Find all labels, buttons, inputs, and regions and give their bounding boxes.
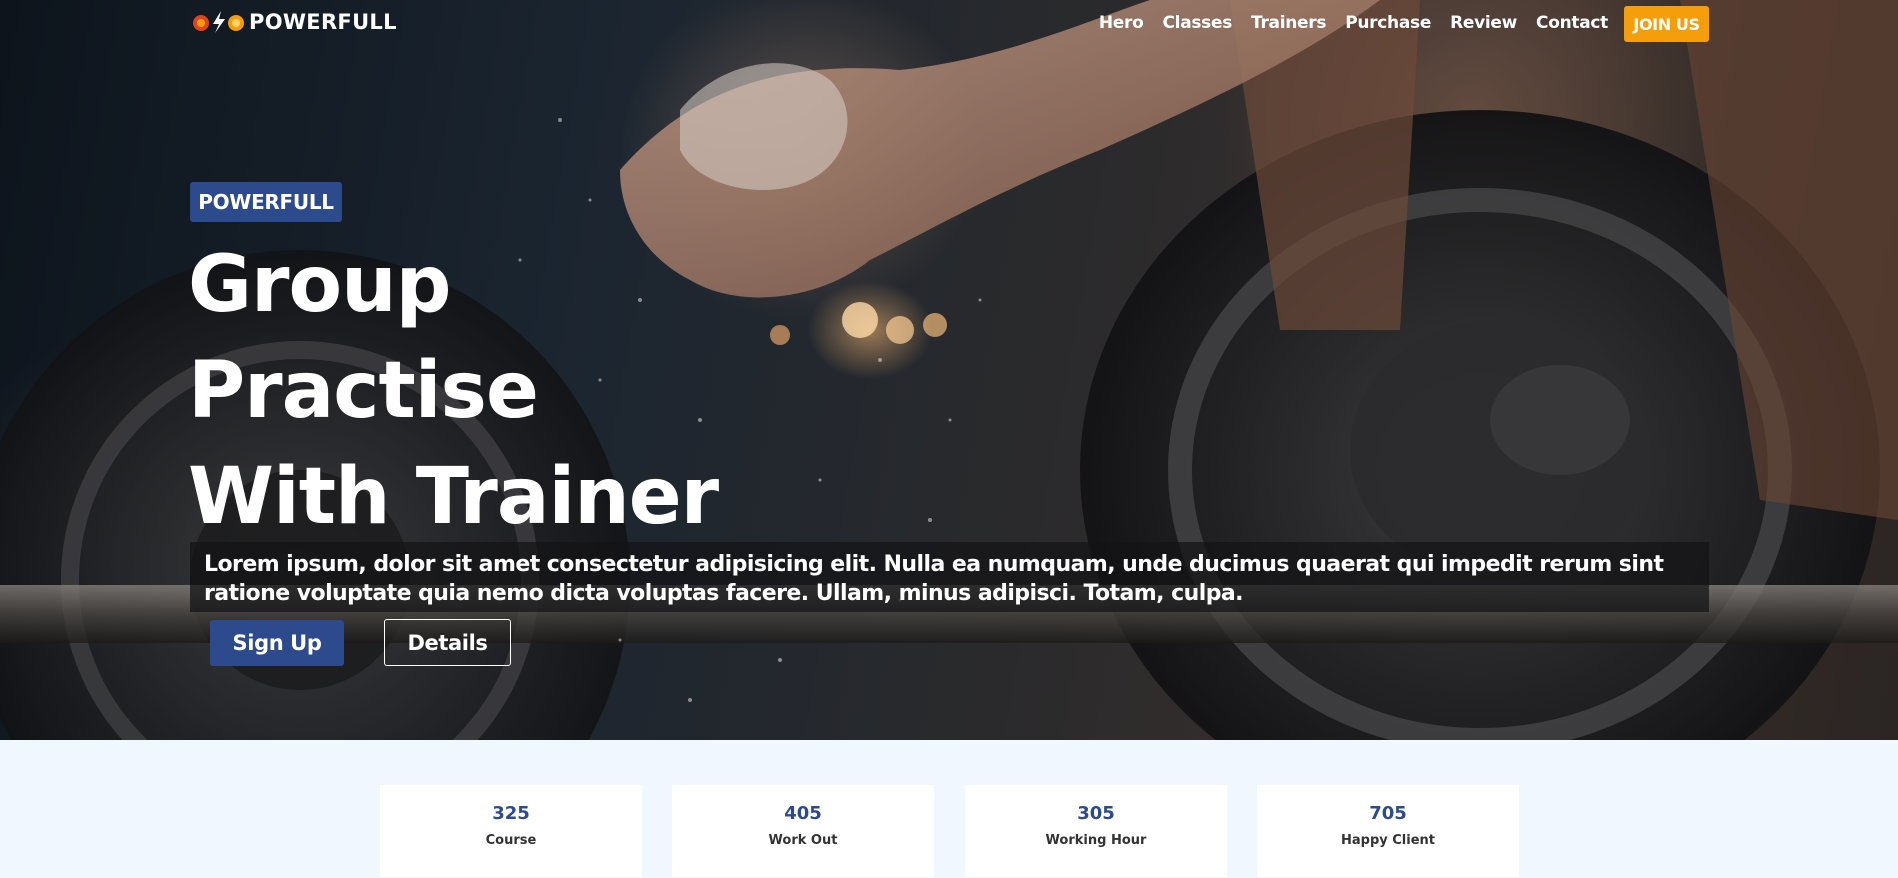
stat-card-course: 325 Course — [380, 785, 642, 877]
top-navbar: POWERFULL Hero Classes Trainers Purchase… — [0, 0, 1898, 48]
stat-value: 405 — [784, 803, 822, 824]
hero-headline: Group Practise With Trainer — [188, 232, 948, 550]
dumbbell-bolt-icon — [193, 11, 244, 33]
stat-label: Happy Client — [1340, 833, 1435, 848]
nav-link-hero[interactable]: Hero — [1099, 13, 1144, 33]
stat-value: 325 — [492, 803, 530, 824]
nav-link-review[interactable]: Review — [1450, 13, 1517, 33]
sign-up-button[interactable]: Sign Up — [210, 620, 344, 666]
headline-line-3: With Trainer — [188, 452, 719, 542]
stat-value: 705 — [1369, 803, 1407, 824]
hero-lead-box: Lorem ipsum, dolor sit amet consectetur … — [190, 542, 1709, 612]
headline-line-1: Group — [188, 240, 451, 330]
stat-value: 305 — [1077, 803, 1115, 824]
nav-link-contact[interactable]: Contact — [1536, 13, 1608, 33]
stat-label: Course — [485, 833, 537, 848]
nav-link-classes[interactable]: Classes — [1162, 13, 1232, 33]
nav-link-trainers[interactable]: Trainers — [1251, 13, 1326, 33]
hero-badge: POWERFULL — [190, 182, 342, 222]
stat-card-happy-client: 705 Happy Client — [1257, 785, 1519, 877]
headline-line-2: Practise — [188, 346, 539, 436]
hero-lead-text: Lorem ipsum, dolor sit amet consectetur … — [204, 552, 1664, 606]
hero-section: POWERFULL Hero Classes Trainers Purchase… — [0, 0, 1898, 740]
join-us-button[interactable]: JOIN US — [1624, 6, 1709, 42]
stat-label: Working Hour — [1045, 833, 1147, 848]
main-menu: Hero Classes Trainers Purchase Review Co… — [1099, 13, 1608, 33]
brand-name: POWERFULL — [249, 10, 397, 34]
stat-card-working-hour: 305 Working Hour — [965, 785, 1227, 877]
stat-card-work-out: 405 Work Out — [672, 785, 934, 877]
stats-section: 325 Course 405 Work Out 305 Working Hour… — [0, 740, 1898, 878]
nav-link-purchase[interactable]: Purchase — [1345, 13, 1431, 33]
stat-label: Work Out — [768, 833, 838, 848]
brand-logo[interactable]: POWERFULL — [191, 10, 397, 34]
details-button[interactable]: Details — [384, 619, 511, 666]
